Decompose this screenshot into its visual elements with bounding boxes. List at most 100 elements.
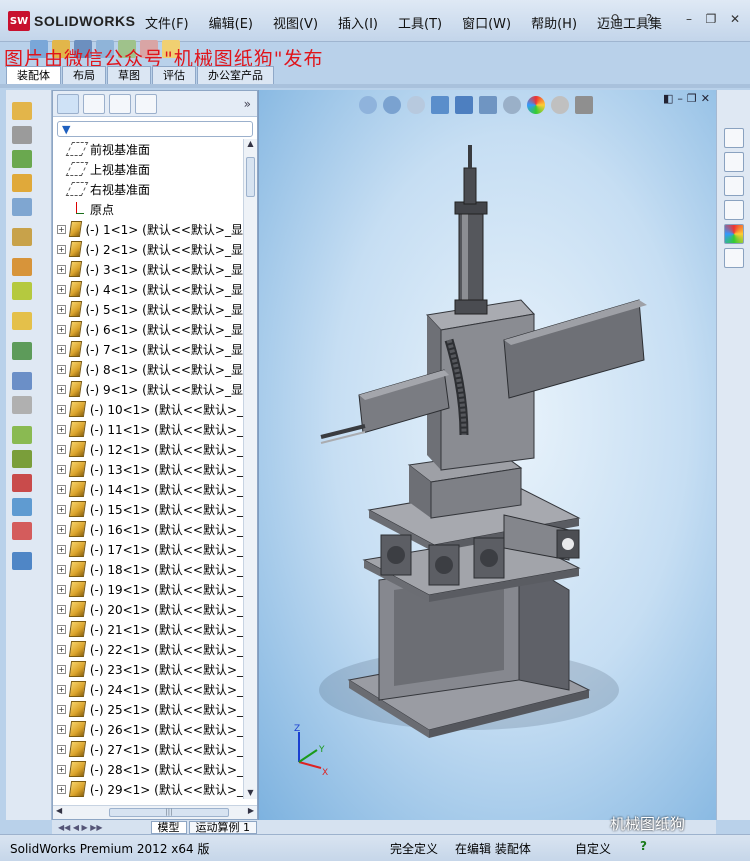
expand-icon[interactable]: + xyxy=(57,744,66,754)
tree-vertical-scrollbar[interactable]: ▲ ▼ xyxy=(243,139,257,799)
tab-evaluate[interactable]: 评估 xyxy=(152,66,196,84)
expand-icon[interactable]: + xyxy=(57,504,66,514)
menu-tools[interactable]: 工具(T) xyxy=(398,13,442,32)
insert-component-icon[interactable] xyxy=(12,102,32,120)
scroll-up-arrow-icon[interactable]: ▲ xyxy=(244,139,257,148)
clearance-icon[interactable] xyxy=(12,450,32,468)
tree-item-component[interactable]: + (-) 6<1> (默认<<默认>_显 xyxy=(53,319,243,339)
assembly-xpert-icon[interactable] xyxy=(12,498,32,516)
expand-icon[interactable]: + xyxy=(57,524,66,534)
menu-edit[interactable]: 编辑(E) xyxy=(209,13,253,32)
tree-item-component[interactable]: + (-) 23<1> (默认<<默认>_ xyxy=(53,659,243,679)
expand-icon[interactable]: + xyxy=(57,304,66,314)
status-units[interactable]: 自定义 xyxy=(575,840,611,857)
expand-icon[interactable]: + xyxy=(57,724,66,734)
solidworks-logo[interactable]: SW SOLIDWORKS xyxy=(8,11,135,31)
minimize-icon[interactable]: – xyxy=(680,10,698,28)
zoom-to-fit-icon[interactable] xyxy=(359,96,377,114)
assembly-features-icon[interactable] xyxy=(12,258,32,276)
expand-icon[interactable]: + xyxy=(57,384,66,394)
expand-icon[interactable]: + xyxy=(57,704,66,714)
section-view-icon[interactable] xyxy=(431,96,449,114)
tree-item-component[interactable]: + (-) 28<1> (默认<<默认>_ xyxy=(53,759,243,779)
tree-item-component[interactable]: + (-) 22<1> (默认<<默认>_ xyxy=(53,639,243,659)
viewport-minimize-icon[interactable]: – xyxy=(677,92,683,105)
expand-icon[interactable]: + xyxy=(57,604,66,614)
tree-item-component[interactable]: + (-) 13<1> (默认<<默认>_ xyxy=(53,459,243,479)
expand-icon[interactable]: + xyxy=(57,564,66,574)
expand-icon[interactable]: + xyxy=(57,484,66,494)
property-manager-tab-icon[interactable] xyxy=(83,93,105,114)
exploded-view-icon[interactable] xyxy=(12,372,32,390)
tree-item-component[interactable]: + (-) 11<1> (默认<<默认>_ xyxy=(53,419,243,439)
graphics-area[interactable]: ◧ – ❐ ✕ Z Y X xyxy=(258,90,716,820)
expand-icon[interactable]: + xyxy=(57,784,66,794)
tree-item-component[interactable]: + (-) 7<1> (默认<<默认>_显 xyxy=(53,339,243,359)
reference-geometry-icon[interactable] xyxy=(12,282,32,300)
view-palette-icon[interactable] xyxy=(724,200,744,220)
tree-item-component[interactable]: + (-) 25<1> (默认<<默认>_ xyxy=(53,699,243,719)
tree-item-component[interactable]: + (-) 29<1> (默认<<默认>_ xyxy=(53,779,243,799)
tree-item-component[interactable]: + (-) 17<1> (默认<<默认>_ xyxy=(53,539,243,559)
tab-model[interactable]: 模型 xyxy=(150,820,187,834)
expand-icon[interactable]: + xyxy=(57,324,66,334)
hole-alignment-icon[interactable] xyxy=(12,474,32,492)
expand-icon[interactable]: + xyxy=(57,264,66,274)
restore-icon[interactable]: ❐ xyxy=(702,10,720,28)
expand-panel-icon[interactable]: » xyxy=(244,97,251,111)
expand-icon[interactable]: + xyxy=(57,644,66,654)
expand-icon[interactable]: + xyxy=(57,684,66,694)
instant3d-icon[interactable] xyxy=(12,522,32,540)
tree-item-component[interactable]: + (-) 14<1> (默认<<默认>_ xyxy=(53,479,243,499)
expand-icon[interactable]: + xyxy=(57,224,66,234)
viewport-close-icon[interactable]: ✕ xyxy=(701,92,710,105)
tree-item-component[interactable]: + (-) 18<1> (默认<<默认>_ xyxy=(53,559,243,579)
pin-icon[interactable]: ⚲ xyxy=(606,10,624,28)
tree-item-component[interactable]: + (-) 9<1> (默认<<默认>_显 xyxy=(53,379,243,399)
tab-office-products[interactable]: 办公室产品 xyxy=(197,66,274,84)
scroll-thumb-horizontal[interactable]: ||| xyxy=(109,808,229,817)
tree-item-component[interactable]: + (-) 20<1> (默认<<默认>_ xyxy=(53,599,243,619)
tree-item-component[interactable]: + (-) 4<1> (默认<<默认>_显 xyxy=(53,279,243,299)
tree-item-component[interactable]: + (-) 12<1> (默认<<默认>_ xyxy=(53,439,243,459)
tree-item-component[interactable]: + (-) 24<1> (默认<<默认>_ xyxy=(53,679,243,699)
tree-item-component[interactable]: + (-) 27<1> (默认<<默认>_ xyxy=(53,739,243,759)
expand-icon[interactable]: + xyxy=(57,424,66,434)
tree-item-front-plane[interactable]: 前视基准面 xyxy=(53,139,243,159)
tree-item-component[interactable]: + (-) 21<1> (默认<<默认>_ xyxy=(53,619,243,639)
expand-icon[interactable]: + xyxy=(57,444,66,454)
show-hidden-icon[interactable] xyxy=(12,228,32,246)
assembly-model-view[interactable]: Z Y X xyxy=(259,90,716,820)
configuration-manager-tab-icon[interactable] xyxy=(109,93,131,114)
tree-item-component[interactable]: + (-) 1<1> (默认<<默认>_显 xyxy=(53,219,243,239)
tab-motion-study[interactable]: 运动算例 1 xyxy=(188,820,258,834)
file-explorer-icon[interactable] xyxy=(724,176,744,196)
linear-pattern-icon[interactable] xyxy=(12,150,32,168)
expand-icon[interactable]: + xyxy=(57,544,66,554)
menu-help[interactable]: 帮助(H) xyxy=(531,13,577,32)
help-icon[interactable]: ? xyxy=(640,10,658,28)
menu-view[interactable]: 视图(V) xyxy=(273,13,318,32)
close-icon[interactable]: ✕ xyxy=(726,10,744,28)
expand-icon[interactable]: + xyxy=(57,624,66,634)
interference-detection-icon[interactable] xyxy=(12,426,32,444)
tree-item-component[interactable]: + (-) 16<1> (默认<<默认>_ xyxy=(53,519,243,539)
tree-item-component[interactable]: + (-) 19<1> (默认<<默认>_ xyxy=(53,579,243,599)
display-style-icon[interactable] xyxy=(479,96,497,114)
view-settings-icon[interactable] xyxy=(575,96,593,114)
expand-icon[interactable]: + xyxy=(57,584,66,594)
tree-filter[interactable]: ▼ xyxy=(57,121,253,137)
scroll-left-arrow-icon[interactable]: ◀ xyxy=(56,806,62,815)
explode-line-icon[interactable] xyxy=(12,396,32,414)
scroll-right-arrow-icon[interactable]: ▶ xyxy=(248,806,254,815)
viewport-restore-icon[interactable]: ◧ xyxy=(663,92,673,105)
viewport-maximize-icon[interactable]: ❐ xyxy=(687,92,697,105)
expand-icon[interactable]: + xyxy=(57,344,66,354)
filter-icon[interactable]: ▼ xyxy=(62,123,70,136)
menu-insert[interactable]: 插入(I) xyxy=(338,13,378,32)
smart-fasteners-icon[interactable] xyxy=(12,174,32,192)
tree-item-component[interactable]: + (-) 8<1> (默认<<默认>_显 xyxy=(53,359,243,379)
tree-item-component[interactable]: + (-) 26<1> (默认<<默认>_ xyxy=(53,719,243,739)
move-component-icon[interactable] xyxy=(12,198,32,216)
apply-scene-icon[interactable] xyxy=(551,96,569,114)
